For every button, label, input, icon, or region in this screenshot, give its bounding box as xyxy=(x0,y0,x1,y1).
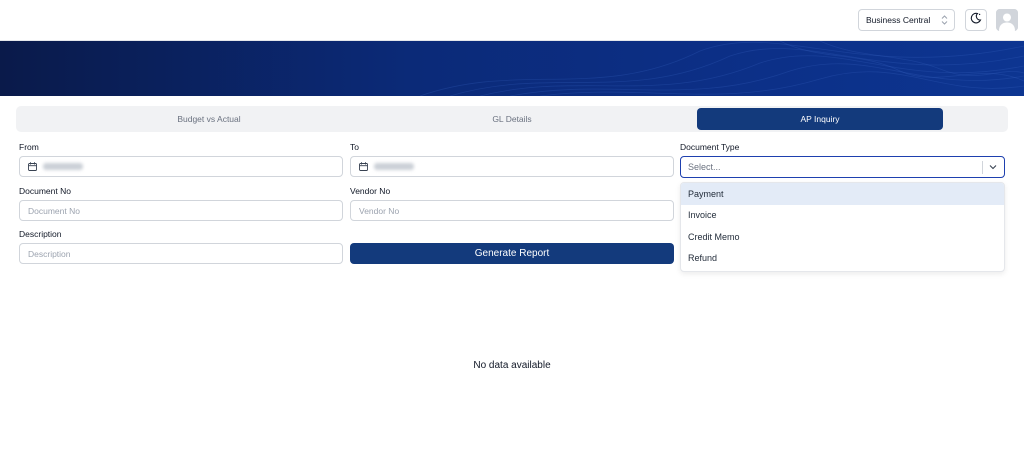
select-divider xyxy=(982,161,983,174)
redacted-date xyxy=(374,163,414,170)
description-label: Description xyxy=(19,229,62,239)
tab-label: AP Inquiry xyxy=(800,114,840,124)
tab-label: Budget vs Actual xyxy=(177,114,241,124)
redacted-date xyxy=(43,163,83,170)
tab-ap-inquiry[interactable]: AP Inquiry xyxy=(697,108,943,130)
from-label: From xyxy=(19,142,39,152)
user-avatar-icon[interactable] xyxy=(996,9,1018,31)
tab-label: GL Details xyxy=(492,114,532,124)
environment-select[interactable]: Business Central xyxy=(858,9,955,31)
theme-toggle-button[interactable] xyxy=(965,9,987,31)
document-no-input[interactable]: Document No xyxy=(19,200,343,221)
document-type-label: Document Type xyxy=(680,142,740,152)
menu-item-label: Refund xyxy=(688,253,718,264)
menu-item-payment[interactable]: Payment xyxy=(681,183,1004,205)
document-no-label: Document No xyxy=(19,186,71,196)
document-no-placeholder: Document No xyxy=(28,205,80,216)
document-type-select[interactable]: Select... xyxy=(680,156,1005,178)
document-type-menu: Payment Invoice Credit Memo Refund xyxy=(680,182,1005,272)
tab-budget-vs-actual[interactable]: Budget vs Actual xyxy=(86,108,332,130)
menu-item-invoice[interactable]: Invoice xyxy=(681,205,1004,227)
description-input[interactable]: Description xyxy=(19,243,343,264)
banner-wave-pattern xyxy=(419,41,1024,96)
document-type-placeholder: Select... xyxy=(688,162,721,172)
menu-item-label: Credit Memo xyxy=(688,231,740,242)
description-placeholder: Description xyxy=(28,248,71,259)
moon-icon xyxy=(970,11,982,29)
menu-item-label: Invoice xyxy=(688,210,717,221)
chevron-down-icon[interactable] xyxy=(988,162,998,172)
vendor-no-placeholder: Vendor No xyxy=(359,205,400,216)
from-date-field[interactable] xyxy=(19,156,343,177)
report-tabs: Budget vs Actual GL Details AP Inquiry xyxy=(16,106,1008,132)
generate-report-label: Generate Report xyxy=(474,248,550,259)
vendor-no-input[interactable]: Vendor No xyxy=(350,200,674,221)
header-banner xyxy=(0,41,1024,96)
empty-state-message: No data available xyxy=(473,360,551,371)
environment-select-label: Business Central xyxy=(866,15,931,25)
chevron-up-down-icon xyxy=(940,14,948,26)
menu-item-label: Payment xyxy=(688,188,724,199)
to-label: To xyxy=(350,142,359,152)
menu-item-refund[interactable]: Refund xyxy=(681,248,1004,270)
tab-gl-details[interactable]: GL Details xyxy=(389,108,635,130)
top-bar: Business Central xyxy=(0,0,1024,41)
calendar-icon xyxy=(359,162,368,171)
generate-report-button[interactable]: Generate Report xyxy=(350,243,674,264)
to-date-field[interactable] xyxy=(350,156,674,177)
calendar-icon xyxy=(28,162,37,171)
menu-item-credit-memo[interactable]: Credit Memo xyxy=(681,226,1004,248)
vendor-no-label: Vendor No xyxy=(350,186,391,196)
